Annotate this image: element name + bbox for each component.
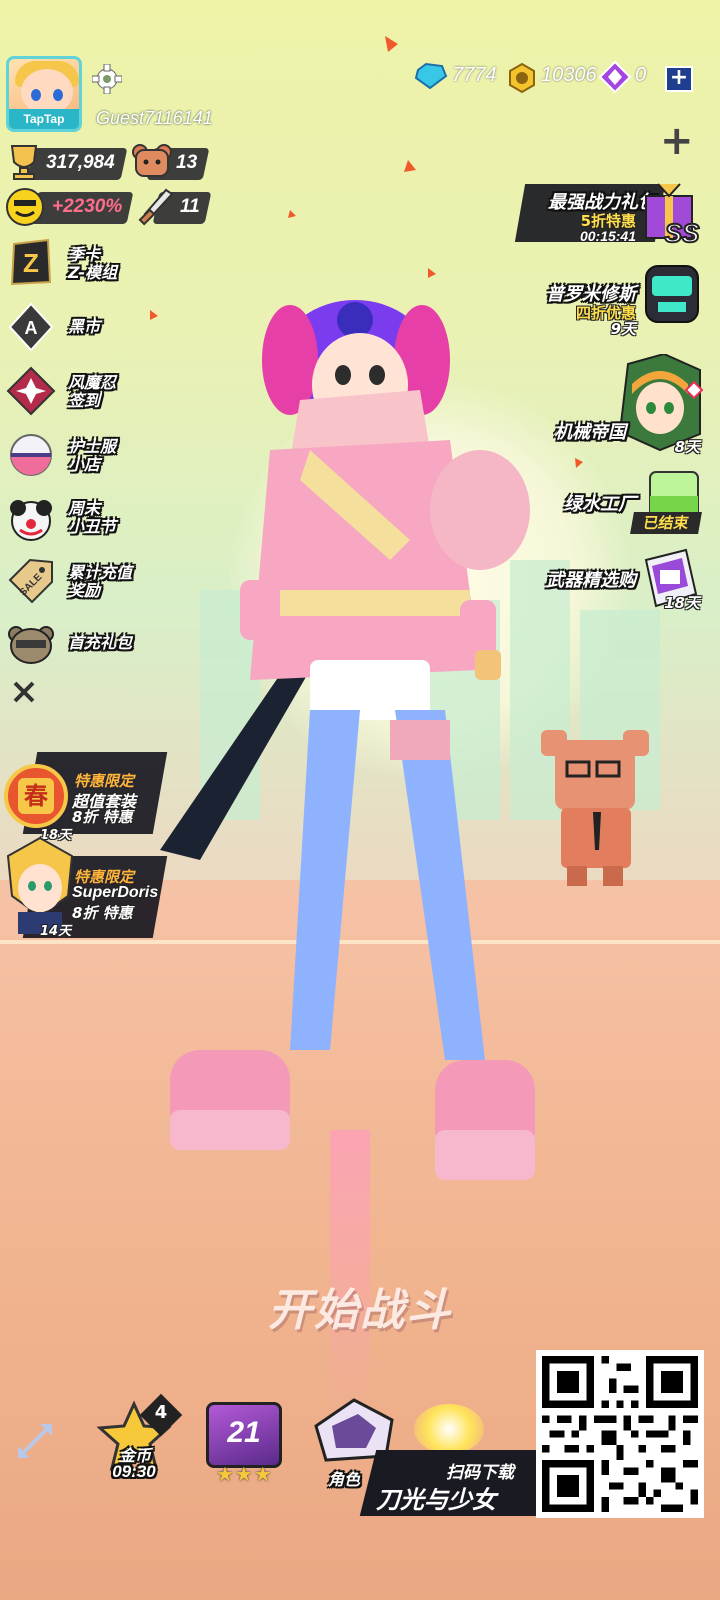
svg-text:A: A: [25, 318, 38, 338]
purple-gem-icon: [598, 60, 632, 94]
promo-line2: 8折 特惠: [72, 808, 133, 826]
event-label-green-factory[interactable]: 绿水工厂: [520, 490, 636, 516]
menu-item-first-recharge[interactable]: [6, 618, 56, 672]
gear-icon[interactable]: [92, 64, 122, 94]
sale-tag-icon: SALE: [8, 558, 53, 604]
expand-plus-button[interactable]: +: [660, 118, 694, 164]
menu-item-nurse-shop[interactable]: [6, 430, 56, 484]
rate-bonus: +2230%: [52, 196, 123, 217]
ss-badge: SS: [665, 218, 700, 248]
expand-arrows-icon[interactable]: [14, 1420, 56, 1462]
gift-box-icon[interactable]: SS: [640, 178, 706, 248]
clown-icon: [10, 500, 52, 541]
diamond-count: 7774: [452, 64, 497, 86]
coin-badge: 4: [154, 1402, 168, 1423]
bear-mascot: [541, 730, 649, 886]
menu-label-season-card: 季卡 Z-模组: [68, 245, 118, 282]
menu-item-ninja-signin[interactable]: [6, 366, 56, 420]
player-avatar[interactable]: TapTap: [6, 56, 82, 132]
add-currency-button[interactable]: +: [665, 66, 693, 92]
event-days: 18天: [664, 594, 700, 612]
smiley-face-icon: [6, 188, 44, 226]
game-title-text: 刀光与少女: [376, 1486, 496, 1514]
avatar-eye: [31, 89, 41, 101]
qr-code-pattern: [542, 1356, 698, 1512]
event-days: 8天: [674, 438, 700, 456]
event-status-ended: 已结束: [630, 512, 702, 534]
start-battle-button[interactable]: 开始战斗: [0, 1274, 720, 1338]
coin-count: 10306: [541, 64, 597, 86]
menu-label-clown-fest: 周末 小丑节: [68, 499, 117, 536]
z-card-icon: Z: [10, 238, 52, 286]
spring-badge-text: 春: [18, 778, 54, 814]
bear-head-icon: [8, 626, 54, 664]
level-number: 21: [227, 1416, 261, 1449]
coin-icon: [509, 62, 535, 94]
menu-label-recharge-reward: 累计充值 奖励: [68, 563, 133, 600]
bear-count: 13: [176, 152, 198, 173]
svg-text:Z: Z: [23, 248, 39, 278]
trophy-icon: [10, 145, 38, 180]
bear-head-icon: [132, 144, 172, 177]
event-days: 9天: [610, 320, 636, 338]
sword-count: 11: [180, 196, 200, 217]
menu-label-black-market: 黑市: [68, 317, 101, 336]
robot-head-icon[interactable]: [642, 262, 704, 334]
capsule-icon: [10, 434, 52, 476]
glow-orb[interactable]: [414, 1404, 484, 1454]
menu-label-ninja-signin: 风魔忍 签到: [68, 373, 117, 410]
avatar-eye: [53, 89, 63, 101]
event-label-weapon-shop[interactable]: 武器精选购: [514, 566, 636, 592]
close-icon[interactable]: [12, 680, 36, 704]
promo-days: 14天: [40, 924, 72, 939]
event-timer: 00:15:41: [579, 228, 636, 244]
event-label-mecha-empire[interactable]: 机械帝国: [520, 418, 626, 444]
coin-timer: 09:30: [112, 1462, 156, 1481]
sword-icon: [138, 188, 174, 226]
trophy-count: 317,984: [46, 152, 115, 173]
spade-card-icon: A: [8, 302, 54, 352]
menu-item-recharge-reward[interactable]: SALE: [6, 556, 56, 610]
menu-item-season-card[interactable]: Z: [6, 238, 56, 292]
diamond-icon: [414, 62, 448, 90]
menu-label-nurse-shop: 护士服 小店: [68, 437, 117, 474]
qr-code[interactable]: [536, 1350, 704, 1518]
menu-item-clown-fest[interactable]: [6, 494, 56, 548]
purple-count: 0: [635, 64, 647, 86]
menu-item-black-market[interactable]: A: [6, 302, 56, 356]
spring-badge[interactable]: 春: [4, 764, 68, 828]
ninja-star-icon: [6, 366, 56, 416]
role-label: 角色: [328, 1470, 361, 1489]
promo-line1: SuperDoris: [72, 884, 159, 901]
player-name: Guest7116141: [96, 108, 213, 128]
level-stars: ★★★: [216, 1462, 273, 1486]
menu-label-first-recharge: 首充礼包: [68, 633, 133, 652]
promo-line2: 8折 特惠: [72, 904, 133, 922]
taptap-badge: TapTap: [9, 109, 79, 129]
character-model[interactable]: [160, 290, 550, 1210]
